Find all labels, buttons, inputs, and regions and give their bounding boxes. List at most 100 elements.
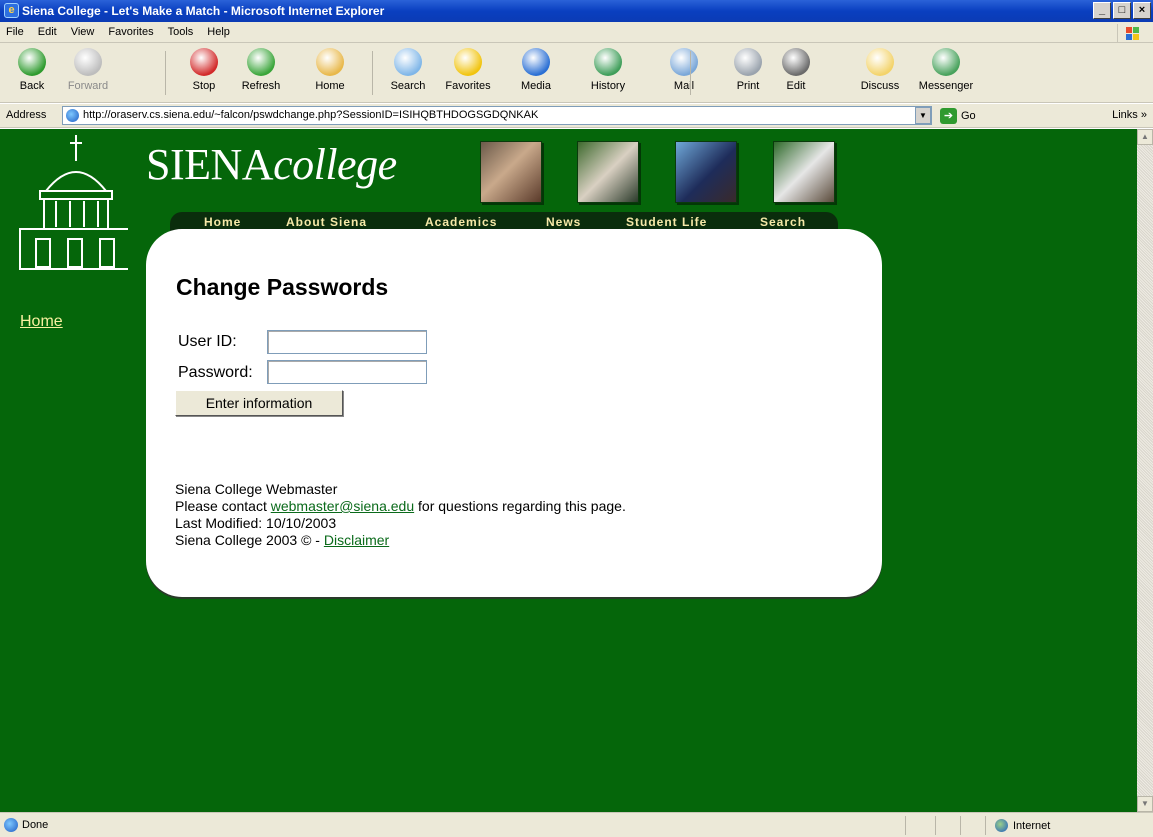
windows-flag-icon (1117, 24, 1147, 42)
star-icon (454, 48, 482, 76)
disclaimer-link[interactable]: Disclaimer (324, 532, 389, 548)
discuss-icon (866, 48, 894, 76)
discuss-label: Discuss (860, 80, 900, 92)
history-button[interactable]: History (580, 48, 636, 100)
status-divider (985, 816, 986, 835)
contact-suffix: for questions regarding this page. (414, 498, 626, 514)
status-bar: Done Internet (0, 812, 1153, 837)
go-button[interactable]: ➔ Go (940, 108, 976, 124)
security-zone: Internet (995, 819, 1050, 832)
search-icon (394, 48, 422, 76)
nav-academics[interactable]: Academics (425, 215, 497, 229)
menu-edit[interactable]: Edit (38, 26, 57, 38)
nav-home[interactable]: Home (204, 215, 241, 229)
home-button[interactable]: Home (302, 48, 358, 100)
toolbar-separator (690, 51, 691, 95)
nav-about-siena[interactable]: About Siena (286, 215, 367, 229)
scroll-up-button[interactable]: ▲ (1137, 129, 1153, 145)
page-footer: Siena College Webmaster Please contact w… (175, 481, 626, 549)
stop-label: Stop (192, 80, 216, 92)
page-viewport: SIENAcollege Home About Siena Academics … (0, 129, 1137, 812)
history-icon (594, 48, 622, 76)
maximize-button[interactable]: □ (1113, 2, 1131, 19)
address-dropdown-button[interactable]: ▼ (915, 107, 931, 124)
dome-logo-icon (19, 135, 128, 270)
status-divider (935, 816, 936, 835)
mail-icon (670, 48, 698, 76)
webmaster-email-link[interactable]: webmaster@siena.edu (271, 498, 414, 514)
menu-tools[interactable]: Tools (168, 26, 194, 38)
toolbar-separator (372, 51, 373, 95)
refresh-button[interactable]: Refresh (233, 48, 289, 100)
ie-logo-icon: e (4, 3, 19, 18)
go-arrow-icon: ➔ (940, 108, 957, 124)
edit-label: Edit (786, 80, 806, 92)
title-bar: e Siena College - Let's Make a Match - M… (0, 0, 1153, 22)
nav-news[interactable]: News (546, 215, 581, 229)
media-button[interactable]: Media (508, 48, 564, 100)
menu-view[interactable]: View (71, 26, 95, 38)
search-label: Search (390, 80, 426, 92)
page-done-icon (4, 818, 18, 832)
sidebar-home-link[interactable]: Home (20, 313, 63, 331)
back-button[interactable]: Back (4, 48, 60, 100)
messenger-icon (932, 48, 960, 76)
media-icon (522, 48, 550, 76)
home-label: Home (315, 80, 345, 92)
menu-favorites[interactable]: Favorites (108, 26, 153, 38)
siena-college-logo[interactable]: SIENAcollege (146, 139, 397, 190)
password-input[interactable] (267, 360, 427, 384)
nav-student-life[interactable]: Student Life (626, 215, 707, 229)
print-label: Print (736, 80, 760, 92)
mail-label: Mail (673, 80, 695, 92)
refresh-label: Refresh (241, 80, 281, 92)
zone-label: Internet (1013, 819, 1051, 832)
go-label: Go (961, 110, 976, 122)
enter-information-button[interactable]: Enter information (175, 390, 343, 416)
edit-icon (782, 48, 810, 76)
footer-last-modified: Last Modified: 10/10/2003 (175, 515, 337, 531)
password-label: Password: (178, 364, 253, 381)
address-label: Address (6, 109, 47, 121)
address-bar: Address http://oraserv.cs.siena.edu/~fal… (0, 104, 1153, 128)
back-label: Back (19, 80, 45, 92)
address-url: http://oraserv.cs.siena.edu/~falcon/pswd… (83, 109, 539, 121)
page-title: Change Passwords (176, 274, 389, 300)
favorites-button[interactable]: Favorites (440, 48, 496, 100)
messenger-button[interactable]: Messenger (918, 48, 974, 100)
media-label: Media (521, 80, 551, 92)
user-id-input[interactable] (267, 330, 427, 354)
browser-window: e Siena College - Let's Make a Match - M… (0, 0, 1153, 837)
edit-button[interactable]: Edit (768, 48, 824, 100)
window-title: Siena College - Let's Make a Match - Mic… (22, 4, 385, 18)
stop-icon (190, 48, 218, 76)
stop-button[interactable]: Stop (176, 48, 232, 100)
search-button[interactable]: Search (380, 48, 436, 100)
student-photo-3 (675, 141, 737, 203)
toolbar-separator (165, 51, 166, 95)
links-label: Links (1112, 109, 1138, 121)
minimize-button[interactable]: _ (1093, 2, 1111, 19)
mail-button[interactable]: Mail (656, 48, 712, 100)
close-button[interactable]: × (1133, 2, 1151, 19)
menu-file[interactable]: File (6, 26, 24, 38)
forward-arrow-icon (74, 48, 102, 76)
vertical-scrollbar[interactable]: ▲ ▼ (1137, 129, 1153, 812)
nav-search[interactable]: Search (760, 215, 806, 229)
logo-italic-text: college (273, 140, 397, 189)
forward-button[interactable]: Forward (60, 48, 116, 100)
footer-copyright: Siena College 2003 © - Disclaimer (175, 532, 626, 549)
status-text: Done (22, 819, 49, 831)
home-icon (316, 48, 344, 76)
address-input[interactable]: http://oraserv.cs.siena.edu/~falcon/pswd… (62, 106, 932, 125)
scroll-down-button[interactable]: ▼ (1137, 796, 1153, 812)
history-label: History (590, 80, 626, 92)
menu-help[interactable]: Help (207, 26, 230, 38)
content-card: Change Passwords User ID: Password: Ente… (146, 229, 882, 597)
favorites-label: Favorites (445, 80, 491, 92)
printer-icon (734, 48, 762, 76)
contact-prefix: Please contact (175, 498, 271, 514)
discuss-button[interactable]: Discuss (852, 48, 908, 100)
links-button[interactable]: Links » (1112, 109, 1147, 121)
messenger-label: Messenger (918, 80, 974, 92)
